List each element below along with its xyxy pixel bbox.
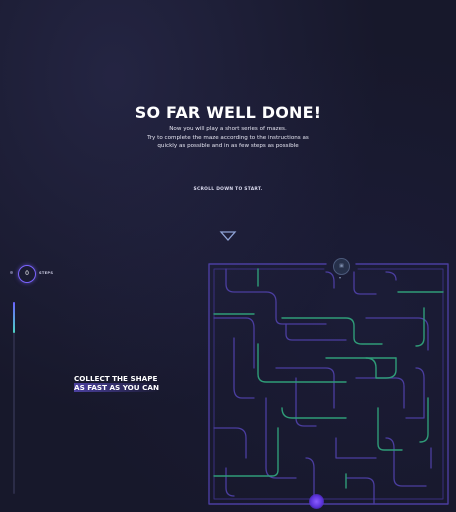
- instruction-line-1: COLLECT THE SHAPE: [74, 374, 158, 383]
- maze-green-paths: [213, 268, 444, 489]
- steps-indicator-dot: [10, 271, 13, 274]
- maze-instruction: COLLECT THE SHAPE AS FAST AS YOU CAN: [74, 374, 184, 392]
- intro-line-2: Try to complete the maze according to th…: [147, 134, 309, 141]
- maze-walls: [213, 268, 432, 505]
- target-shape-icon[interactable]: ▣: [333, 258, 350, 275]
- player-orb-icon[interactable]: [309, 494, 324, 509]
- intro-line-3: quickly as possible and in as few steps …: [157, 143, 299, 149]
- step-counter: 0: [18, 265, 36, 283]
- maze-outer-wall-inner: [213, 268, 444, 500]
- maze-board[interactable]: [206, 258, 451, 508]
- progress-fill: [13, 302, 15, 333]
- instruction-line-2: AS FAST AS YOU CAN: [74, 383, 159, 392]
- progress-bar: [13, 302, 15, 494]
- scroll-down-arrow-icon[interactable]: [219, 230, 237, 242]
- page-title: SO FAR WELL DONE!: [134, 103, 322, 122]
- steps-label: STEPS: [39, 271, 54, 275]
- maze-outer-wall: [208, 263, 449, 505]
- intro-line-1: Now you will play a short series of maze…: [169, 126, 287, 132]
- scroll-hint: SCROLL DOWN TO START.: [193, 187, 263, 192]
- target-marker-icon: ▾: [339, 275, 342, 280]
